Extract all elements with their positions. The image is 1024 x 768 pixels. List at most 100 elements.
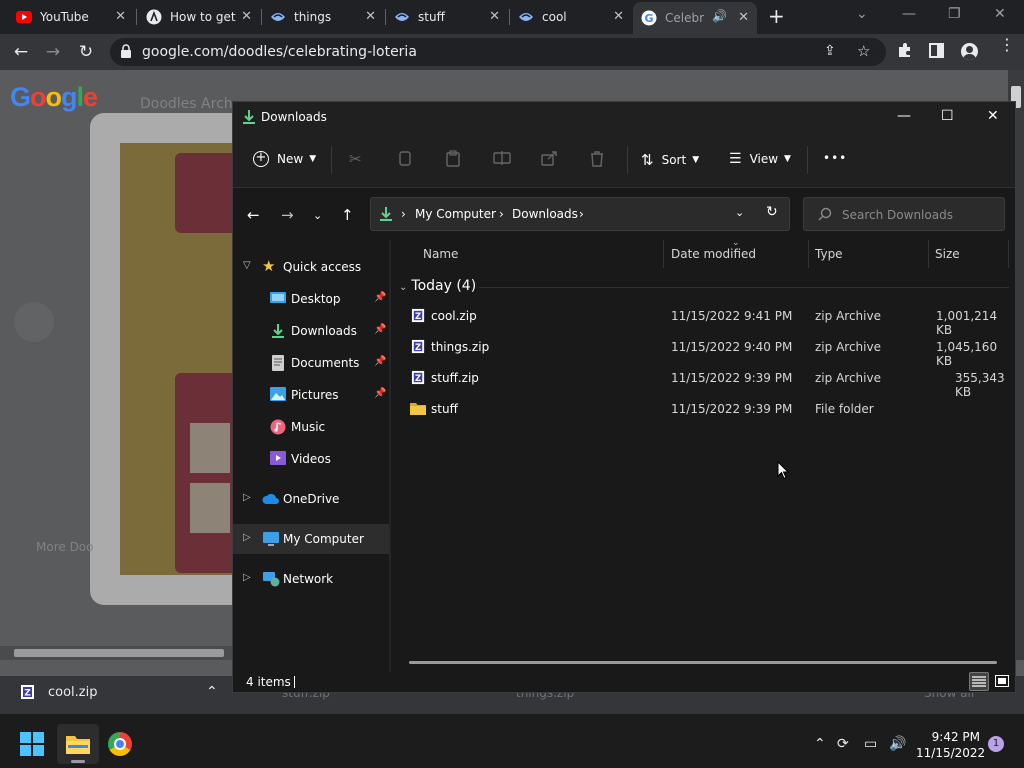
tab-things[interactable]: things ✕ — [262, 4, 384, 30]
chevron-right-icon[interactable]: ▷ — [243, 572, 251, 583]
nav-documents[interactable]: Documents 📌 — [233, 348, 389, 378]
recent-locations-button[interactable]: ⌄ — [313, 209, 322, 222]
page-horizontal-scrollbar[interactable] — [0, 646, 232, 660]
chevron-right-icon[interactable]: › — [499, 207, 504, 221]
chevron-right-icon[interactable]: › — [579, 207, 584, 221]
copy-icon[interactable] — [397, 150, 415, 168]
column-header-type[interactable]: Type — [815, 247, 843, 261]
column-divider[interactable] — [1008, 240, 1009, 268]
back-button[interactable]: ← — [10, 41, 32, 63]
nav-downloads[interactable]: Downloads 📌 — [233, 316, 389, 346]
side-panel-icon[interactable] — [929, 43, 944, 58]
pin-icon[interactable]: 📌 — [374, 388, 386, 399]
address-bar[interactable]: › My Computer › Downloads › ⌄ ↻ — [370, 197, 790, 231]
chevron-up-icon[interactable]: ⌃ — [206, 684, 218, 700]
chevron-up-icon[interactable]: ⌃ — [814, 736, 826, 752]
reload-button[interactable]: ↻ — [75, 41, 97, 63]
file-row[interactable]: Z cool.zip 11/15/2022 9:41 PM zip Archiv… — [399, 302, 1007, 337]
more-doodles-link[interactable]: More Doo — [36, 540, 94, 554]
file-row[interactable]: stuff 11/15/2022 9:39 PM File folder — [399, 395, 1007, 423]
minimize-button[interactable]: — — [902, 6, 916, 22]
volume-icon[interactable]: 🔊 — [889, 736, 906, 752]
close-icon[interactable]: ✕ — [738, 10, 749, 25]
chevron-right-icon[interactable]: ▷ — [243, 532, 251, 543]
column-header-size[interactable]: Size — [935, 247, 960, 261]
tab-cool[interactable]: cool ✕ — [510, 4, 632, 30]
close-icon[interactable]: ✕ — [489, 9, 500, 24]
doodles-archive-link[interactable]: Doodles Arch — [140, 96, 233, 112]
group-header[interactable]: ⌄ Today (4) — [399, 278, 1009, 294]
column-divider[interactable] — [808, 240, 809, 268]
breadcrumb-my-computer[interactable]: My Computer — [415, 207, 496, 221]
nav-desktop[interactable]: Desktop 📌 — [233, 284, 389, 314]
paste-icon[interactable] — [445, 150, 463, 168]
play-icon[interactable] — [14, 302, 54, 342]
chevron-down-icon[interactable]: ⌄ — [856, 6, 868, 22]
close-window-button[interactable]: ✕ — [994, 6, 1006, 22]
pin-icon[interactable]: 📌 — [374, 324, 386, 335]
google-logo[interactable]: Google — [10, 82, 98, 113]
pin-icon[interactable]: 📌 — [374, 356, 386, 367]
nav-quick-access[interactable]: ▽ ★ Quick access — [233, 252, 389, 282]
notification-badge[interactable]: 1 — [988, 736, 1004, 752]
nav-my-computer[interactable]: ▷ My Computer — [233, 524, 389, 554]
view-button[interactable]: ☰ View ▼ — [729, 151, 791, 167]
rename-icon[interactable] — [493, 150, 511, 168]
file-explorer-taskbar-button[interactable] — [57, 724, 99, 764]
profile-avatar[interactable] — [961, 43, 978, 60]
tab-how-to-get[interactable]: How to get ✕ — [138, 4, 260, 30]
address-bar[interactable]: google.com/doodles/celebrating-loteria ⇪… — [110, 38, 886, 66]
chevron-down-icon[interactable]: ▽ — [243, 260, 251, 271]
chevron-down-icon[interactable]: ⌄ — [735, 206, 744, 219]
tab-youtube[interactable]: YouTube ✕ — [8, 4, 134, 30]
close-icon[interactable]: ✕ — [241, 9, 252, 24]
sort-button[interactable]: ⇅ Sort ▼ — [641, 151, 699, 169]
column-divider[interactable] — [928, 240, 929, 268]
close-icon[interactable]: ✕ — [613, 9, 624, 24]
search-input[interactable] — [842, 206, 992, 224]
sync-icon[interactable]: ⟳ — [837, 736, 849, 752]
forward-button[interactable]: → — [42, 41, 64, 63]
share-icon[interactable] — [541, 150, 559, 168]
clock[interactable]: 9:42 PM 11/15/2022 — [916, 730, 985, 760]
file-row[interactable]: Z things.zip 11/15/2022 9:40 PM zip Arch… — [399, 333, 1007, 368]
column-header-date-modified[interactable]: Date modified — [671, 247, 756, 261]
cut-icon[interactable]: ✂ — [349, 150, 367, 168]
new-tab-button[interactable]: + — [768, 4, 785, 28]
large-icons-view-icon[interactable] — [993, 672, 1012, 691]
restore-button[interactable]: ❐ — [948, 6, 961, 22]
network-icon[interactable]: ▭ — [864, 736, 877, 752]
start-icon[interactable] — [20, 732, 44, 759]
refresh-icon[interactable]: ↻ — [766, 204, 778, 220]
share-icon[interactable]: ⇪ — [824, 43, 836, 59]
details-view-icon[interactable] — [969, 672, 989, 691]
speaker-icon[interactable]: 🔊 — [712, 9, 727, 23]
new-button[interactable]: + New ▼ — [253, 151, 316, 167]
minimize-button[interactable]: — — [897, 108, 911, 124]
nav-network[interactable]: ▷ Network — [233, 564, 389, 594]
explorer-titlebar[interactable]: Downloads — ☐ ✕ — [233, 102, 1015, 132]
chrome-taskbar-button[interactable] — [108, 732, 132, 756]
doodle-image[interactable] — [120, 143, 245, 575]
pin-icon[interactable]: 📌 — [374, 292, 386, 303]
breadcrumb-downloads[interactable]: Downloads — [512, 207, 578, 221]
close-icon[interactable]: ✕ — [115, 9, 126, 24]
star-icon[interactable]: ☆ — [857, 42, 870, 60]
maximize-button[interactable]: ☐ — [941, 108, 954, 124]
up-button[interactable]: ↑ — [341, 206, 354, 224]
close-window-button[interactable]: ✕ — [987, 108, 999, 124]
delete-icon[interactable] — [589, 150, 607, 168]
back-button[interactable]: ← — [247, 206, 260, 224]
chevron-right-icon[interactable]: ▷ — [243, 492, 251, 503]
nav-music[interactable]: Music — [233, 412, 389, 442]
download-item-name[interactable]: cool.zip — [48, 685, 98, 700]
search-box[interactable] — [803, 197, 1005, 231]
file-row[interactable]: Z stuff.zip 11/15/2022 9:39 PM zip Archi… — [399, 364, 1007, 399]
file-list-horizontal-scrollbar[interactable] — [409, 661, 997, 664]
tab-celebrating-loteria[interactable]: G Celebr 🔊 ✕ — [633, 2, 757, 34]
column-divider[interactable] — [663, 240, 664, 268]
menu-icon[interactable]: ⋮ — [999, 37, 1015, 53]
tab-stuff[interactable]: stuff ✕ — [386, 4, 508, 30]
nav-onedrive[interactable]: ▷ OneDrive — [233, 484, 389, 514]
column-header-name[interactable]: Name — [423, 247, 458, 261]
